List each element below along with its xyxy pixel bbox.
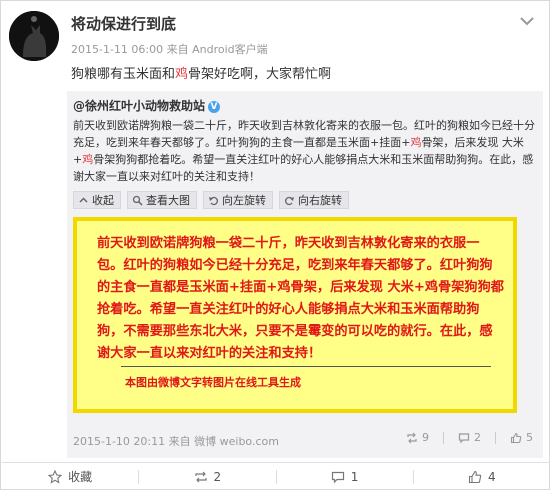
reposted-original: @徐州红叶小动物救助站 V 前天收到欧诺牌狗粮一袋二十斤，昨天收到吉林敦化寄来的衣… [67, 91, 543, 458]
favorite-label: 收藏 [68, 470, 93, 484]
thumbs-up-icon [510, 432, 522, 443]
rotate-right-button[interactable]: 向右旋转 [279, 191, 349, 209]
original-like-count: 5 [526, 431, 533, 444]
comment-icon [458, 432, 470, 443]
original-timestamp[interactable]: 2015-1-10 20:11 [73, 435, 165, 448]
original-repost-button[interactable]: 9 [406, 431, 429, 444]
post-text: 狗粮哪有玉米面和鸡骨架好吃啊，大家帮忙啊 [71, 63, 331, 82]
original-text-part: 骨架狗狗都抢着吃。希望一直关注红叶的好心人能够捐点大米和玉米面帮助狗狗。在此，感… [73, 153, 534, 183]
original-text: 前天收到欧诺牌狗粮一袋二十斤，昨天收到吉林敦化寄来的衣服一包。红叶的狗粮如今已经… [73, 117, 535, 185]
action-bar: 收藏 2 1 4 [2, 462, 550, 490]
original-comment-count: 2 [474, 431, 481, 444]
post-text-highlight: 鸡 [175, 67, 189, 82]
rotate-right-icon [284, 196, 294, 205]
action-divider [443, 431, 444, 444]
action-divider [495, 431, 496, 444]
text-image[interactable]: 前天收到欧诺牌狗粮一袋二十斤，昨天收到吉林敦化寄来的衣服一包。红叶的狗粮如今已经… [73, 217, 517, 413]
chevron-down-icon[interactable] [519, 15, 535, 27]
original-repost-count: 9 [422, 431, 429, 444]
original-like-button[interactable]: 5 [510, 431, 533, 444]
repost-button[interactable]: 2 [139, 470, 275, 484]
favorite-button[interactable]: 收藏 [2, 468, 138, 485]
image-footer: 本图由微博文字转图片在线工具生成 [125, 376, 301, 389]
weibo-post-card: 将动保进行到底 2015-1-11 06:00 来自 Android客户端 狗粮… [0, 0, 550, 490]
like-button[interactable]: 4 [414, 470, 550, 484]
repost-icon [407, 432, 417, 443]
repost-count: 2 [213, 469, 222, 484]
image-text: 前天收到欧诺牌狗粮一袋二十斤，昨天收到吉林敦化寄来的衣服一包。红叶的狗粮如今已经… [97, 236, 504, 361]
user-name[interactable]: 将动保进行到底 [71, 13, 176, 34]
original-text-highlight: 鸡 [410, 136, 422, 149]
image-divider [121, 366, 491, 367]
post-timestamp[interactable]: 2015-1-11 06:00 [71, 43, 163, 56]
original-author-name[interactable]: @徐州红叶小动物救助站 [73, 99, 205, 113]
cat-silhouette-icon [9, 11, 59, 61]
star-icon [48, 469, 63, 484]
like-count: 4 [488, 469, 496, 484]
collapse-button[interactable]: 收起 [73, 191, 121, 209]
original-comment-button[interactable]: 2 [458, 431, 481, 444]
post-meta: 2015-1-11 06:00 来自 Android客户端 [71, 41, 268, 57]
rotate-left-button[interactable]: 向左旋转 [203, 191, 273, 209]
verified-badge-icon: V [208, 100, 221, 113]
original-author[interactable]: @徐州红叶小动物救助站 V [73, 97, 221, 114]
post-text-part: 骨架好吃啊，大家帮忙啊 [188, 67, 332, 82]
comment-count: 1 [350, 469, 359, 484]
user-avatar[interactable] [9, 11, 59, 61]
original-actions: 9 2 5 [406, 431, 533, 444]
collapse-label: 收起 [92, 194, 114, 207]
comment-button[interactable]: 1 [277, 470, 413, 484]
original-source: 来自 微博 weibo.com [168, 435, 279, 448]
image-toolbar: 收起 查看大图 向左旋转 向右旋转 [73, 191, 349, 209]
rotate-right-label: 向右旋转 [298, 194, 342, 207]
comment-icon [331, 471, 344, 483]
original-meta: 2015-1-10 20:11 来自 微博 weibo.com [73, 433, 279, 449]
original-text-highlight: 鸡 [82, 153, 94, 166]
rotate-left-icon [209, 196, 219, 205]
repost-icon [194, 471, 207, 482]
magnifier-icon [132, 195, 143, 206]
thumbs-up-icon [468, 470, 482, 483]
rotate-left-label: 向左旋转 [222, 194, 266, 207]
post-source: 来自 Android客户端 [166, 43, 268, 56]
view-large-button[interactable]: 查看大图 [127, 191, 197, 209]
collapse-icon [79, 196, 88, 203]
post-text-part: 狗粮哪有玉米面和 [71, 67, 176, 82]
view-large-label: 查看大图 [146, 194, 190, 207]
